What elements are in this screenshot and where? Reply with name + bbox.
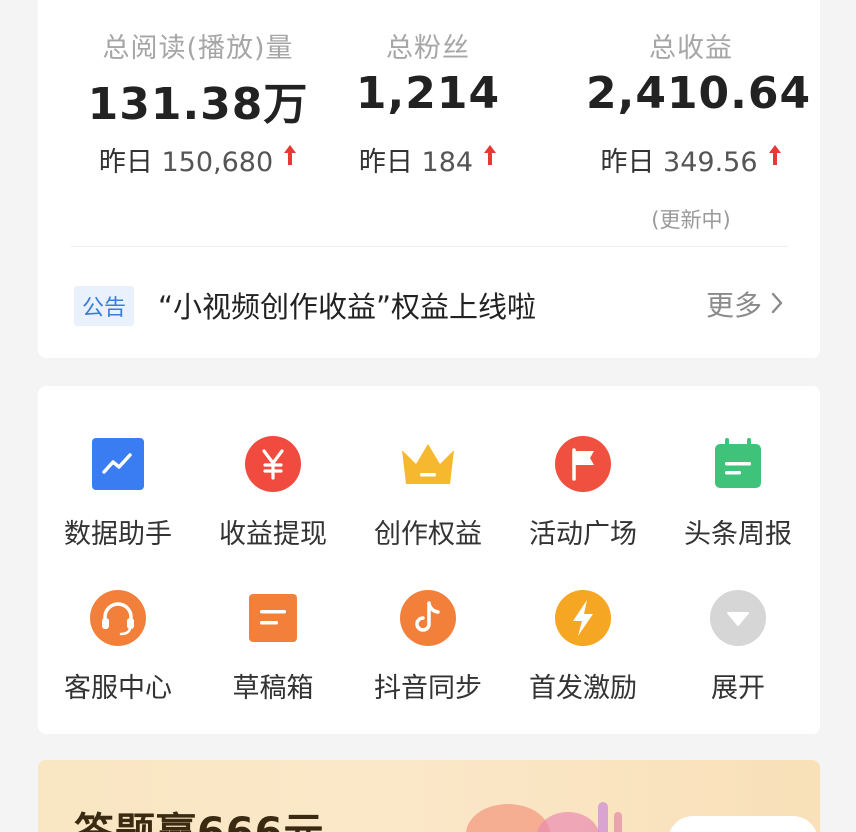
tool-douyin-sync[interactable]: 抖音同步: [350, 588, 506, 705]
flag-icon: [553, 434, 613, 494]
notice-text[interactable]: “小视频创作收益”权益上线啦: [158, 284, 536, 326]
expand-icon: [708, 588, 768, 648]
total-reads-value: 131.38万: [87, 79, 309, 130]
tool-creator-benefits[interactable]: 创作权益: [350, 434, 506, 551]
tool-label: 创作权益: [374, 519, 482, 550]
tool-customer-service[interactable]: 客服中心: [40, 588, 196, 705]
draft-icon: [243, 588, 303, 648]
notice-bar[interactable]: 公告 “小视频创作收益”权益上线啦 更多: [74, 282, 784, 326]
lightning-icon: [553, 588, 613, 648]
banner-decoration-image: [458, 772, 638, 832]
douyin-icon: [398, 588, 458, 648]
reads-yesterday: 昨日 150,680: [38, 140, 358, 179]
tools-card: 数据助手 收益提现 创作权益 活动广场 头条周报 客服中心 草稿箱 抖音同步 首…: [38, 386, 820, 734]
tool-label: 活动广场: [529, 519, 637, 550]
tool-first-publish-incentive[interactable]: 首发激励: [505, 588, 661, 705]
tool-income-withdraw[interactable]: 收益提现: [195, 434, 351, 551]
income-yesterday-value: 349.56: [663, 147, 758, 178]
tool-activity-square[interactable]: 活动广场: [505, 434, 661, 551]
fans-yesterday-value: 184: [421, 147, 474, 178]
chevron-right-icon: [770, 289, 784, 322]
tool-label: 收益提现: [219, 519, 327, 550]
up-arrow-icon: [768, 142, 782, 173]
total-income-label: 总收益: [649, 33, 733, 64]
tool-drafts[interactable]: 草稿箱: [195, 588, 351, 705]
fans-yesterday: 昨日 184: [318, 140, 538, 179]
up-arrow-icon: [283, 142, 297, 173]
tool-label: 草稿箱: [232, 673, 314, 704]
total-income-value: 2,410.64: [586, 68, 812, 119]
tool-data-assistant[interactable]: 数据助手: [40, 434, 196, 551]
tool-label: 首发激励: [529, 673, 637, 704]
total-fans-value: 1,214: [355, 68, 501, 119]
tool-label: 客服中心: [64, 673, 172, 704]
quiz-banner[interactable]: 答题赢666元: [38, 760, 820, 832]
notice-more-label: 更多: [705, 289, 762, 322]
crown-icon: [398, 434, 458, 494]
headset-icon: [88, 588, 148, 648]
tool-label: 头条周报: [684, 519, 792, 550]
reads-yesterday-value: 150,680: [161, 147, 274, 178]
tool-label: 数据助手: [64, 519, 172, 550]
notice-more-link[interactable]: 更多: [706, 284, 784, 324]
tool-label: 抖音同步: [374, 673, 482, 704]
up-arrow-icon: [483, 142, 497, 173]
banner-action-button[interactable]: [668, 816, 818, 832]
yesterday-label: 昨日: [358, 147, 413, 178]
calendar-icon: [708, 434, 768, 494]
total-reads-label: 总阅读(播放)量: [102, 33, 294, 64]
tool-weekly-report[interactable]: 头条周报: [660, 434, 816, 551]
chart-icon: [88, 434, 148, 494]
stats-card: 总阅读(播放)量 131.38万 昨日 150,680 总粉丝 1,214 昨日…: [38, 0, 820, 358]
income-updating-note: (更新中): [651, 208, 731, 232]
income-yesterday: 昨日 349.56: [586, 140, 796, 179]
yuan-icon: [243, 434, 303, 494]
notice-badge: 公告: [74, 286, 135, 326]
tool-expand[interactable]: 展开: [660, 588, 816, 705]
yesterday-label: 昨日: [98, 147, 153, 178]
tool-label: 展开: [711, 673, 765, 704]
total-fans-label: 总粉丝: [386, 33, 470, 64]
divider: [70, 246, 788, 247]
banner-title: 答题赢666元: [74, 800, 325, 832]
yesterday-label: 昨日: [600, 147, 655, 178]
